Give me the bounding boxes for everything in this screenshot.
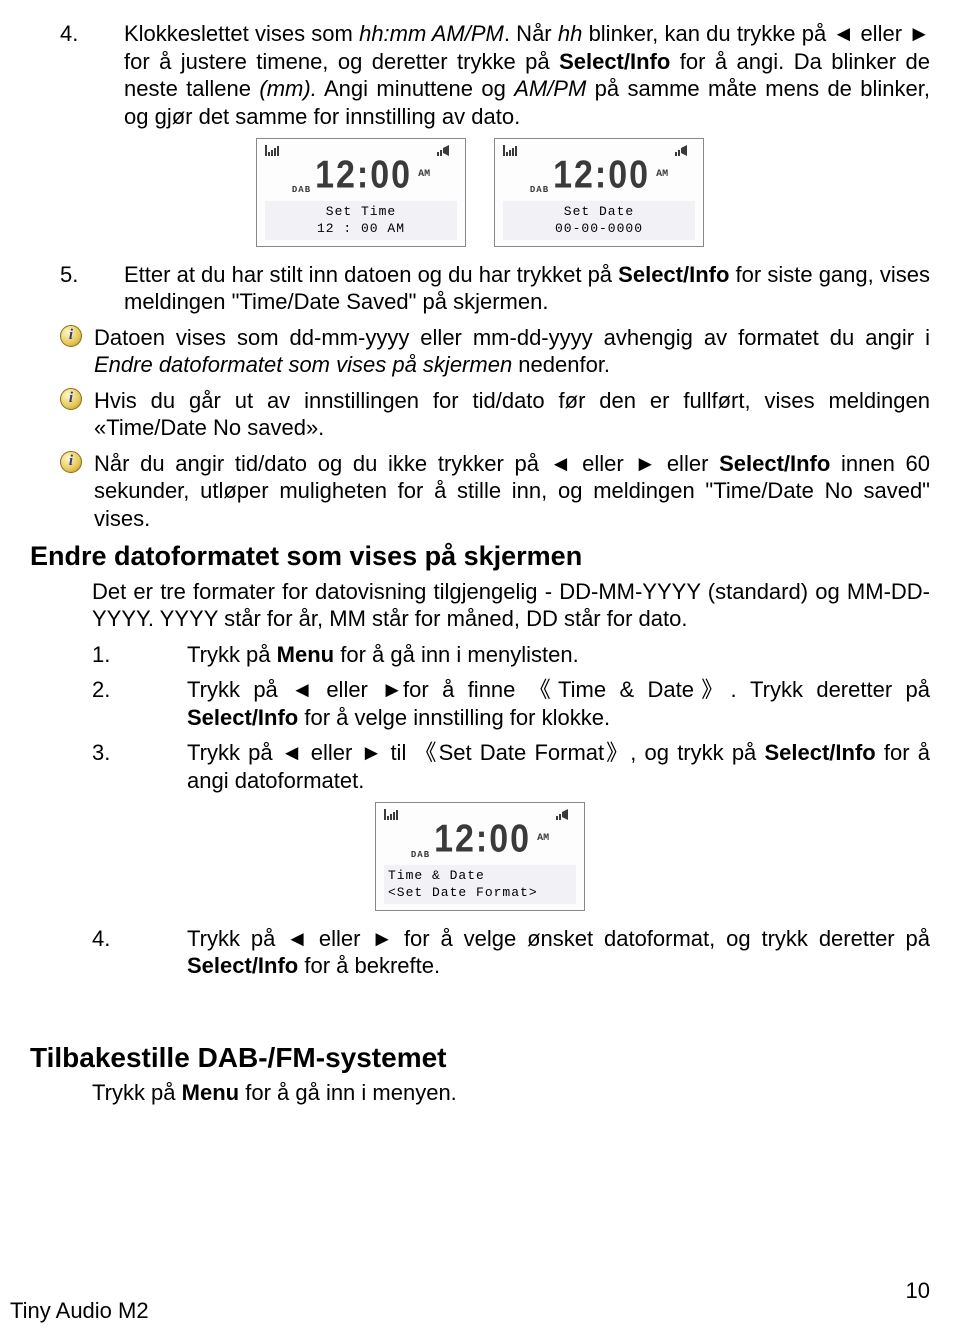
substep-2: 2. Trykk på ◄ eller ►for å finne 《Time &… xyxy=(30,676,930,731)
clock-digits: 12:00 xyxy=(434,815,531,864)
t: . Når xyxy=(504,21,558,46)
footer-product: Tiny Audio M2 xyxy=(10,1297,149,1325)
lcd-pair: DAB 12:00 AM Set Time 12 : 00 AM DAB 12:… xyxy=(30,138,930,247)
t: Select/Info xyxy=(719,451,830,476)
t: for å velge innstilling for klokke. xyxy=(298,705,610,730)
ampm-label: AM xyxy=(656,169,668,182)
speaker-icon xyxy=(675,145,695,156)
substep-3-body: Trykk på ◄ eller ► til 《Set Date Format》… xyxy=(187,739,930,794)
step-number: 4. xyxy=(30,925,187,953)
lcd-date-format: DAB 12:00 AM Time & Date <Set Date Forma… xyxy=(375,802,585,911)
step-number: 4. xyxy=(30,20,124,48)
substep-3: 3. Trykk på ◄ eller ► til 《Set Date Form… xyxy=(30,739,930,794)
info-2-body: Hvis du går ut av innstillingen for tid/… xyxy=(94,387,930,442)
speaker-icon xyxy=(437,145,457,156)
lcd-text: Set Date 00-00-0000 xyxy=(503,201,695,240)
lcd-set-time: DAB 12:00 AM Set Time 12 : 00 AM xyxy=(256,138,466,247)
lcd-line2: 00-00-0000 xyxy=(507,220,691,238)
lcd-line1: Set Time xyxy=(269,203,453,221)
t: Menu xyxy=(277,642,334,667)
info-note-1: i Datoen vises som dd-mm-yyyy eller mm-d… xyxy=(30,324,930,379)
info-icon: i xyxy=(60,451,82,473)
t: Select/Info xyxy=(187,953,298,978)
info-icon: i xyxy=(60,325,82,347)
substep-1-body: Trykk på Menu for å gå inn i menylisten. xyxy=(187,641,930,669)
t: Select/Info xyxy=(764,740,875,765)
t: Etter at du har stilt inn datoen og du h… xyxy=(124,262,618,287)
t: Klokkeslettet vises som xyxy=(124,21,359,46)
signal-icon xyxy=(384,809,404,820)
speaker-icon xyxy=(556,809,576,820)
lcd-text: Time & Date <Set Date Format> xyxy=(384,865,576,904)
dab-label: DAB xyxy=(292,185,311,196)
info-1-body: Datoen vises som dd-mm-yyyy eller mm-dd-… xyxy=(94,324,930,379)
step-number: 1. xyxy=(30,641,187,669)
dab-label: DAB xyxy=(530,185,549,196)
clock-digits: 12:00 xyxy=(553,151,650,200)
lcd-set-date: DAB 12:00 AM Set Date 00-00-0000 xyxy=(494,138,704,247)
formats-intro: Det er tre formater for datovisning tilg… xyxy=(92,578,930,633)
t: for å bekrefte. xyxy=(298,953,440,978)
ampm-label: AM xyxy=(537,833,549,846)
t: nedenfor. xyxy=(512,352,610,377)
t: Trykk på ◄ eller ►for å finne 《Time & Da… xyxy=(187,677,930,702)
t: for å gå inn i menylisten. xyxy=(334,642,579,667)
substep-1: 1. Trykk på Menu for å gå inn i menylist… xyxy=(30,641,930,669)
lcd-text: Set Time 12 : 00 AM xyxy=(265,201,457,240)
info-3-body: Når du angir tid/dato og du ikke trykker… xyxy=(94,450,930,533)
lcd-line2: <Set Date Format> xyxy=(388,884,572,902)
info-note-2: i Hvis du går ut av innstillingen for ti… xyxy=(30,387,930,442)
step-5: 5. Etter at du har stilt inn datoen og d… xyxy=(30,261,930,316)
t: Angi minuttene og xyxy=(317,76,514,101)
t: hh:mm AM/PM xyxy=(359,21,504,46)
heading-reset: Tilbakestille DAB-/FM-systemet xyxy=(30,1040,930,1075)
info-icon: i xyxy=(60,388,82,410)
t: Datoen vises som dd-mm-yyyy eller mm-dd-… xyxy=(94,325,930,350)
lcd-single: DAB 12:00 AM Time & Date <Set Date Forma… xyxy=(30,802,930,911)
step-5-body: Etter at du har stilt inn datoen og du h… xyxy=(124,261,930,316)
t: Select/Info xyxy=(187,705,298,730)
lcd-line2: 12 : 00 AM xyxy=(269,220,453,238)
clock-digits: 12:00 xyxy=(315,151,412,200)
step-number: 3. xyxy=(30,739,187,767)
reset-text: Trykk på Menu for å gå inn i menyen. xyxy=(92,1079,930,1107)
t: Menu xyxy=(182,1080,239,1105)
ampm-label: AM xyxy=(418,169,430,182)
t: Trykk på ◄ eller ► til 《Set Date Format》… xyxy=(187,740,764,765)
t: Endre datoformatet som vises på skjermen xyxy=(94,352,512,377)
t: for å gå inn i menyen. xyxy=(239,1080,457,1105)
t: Select/Info xyxy=(618,262,729,287)
t: Når du angir tid/dato og du ikke trykker… xyxy=(94,451,719,476)
dab-label: DAB xyxy=(411,850,430,861)
page-number: 10 xyxy=(906,1277,930,1305)
lcd-line1: Time & Date xyxy=(388,867,572,885)
t: Trykk på xyxy=(187,642,277,667)
t: (mm). xyxy=(259,76,316,101)
t: Trykk på xyxy=(92,1080,182,1105)
t: Select/Info xyxy=(559,49,670,74)
step-number: 2. xyxy=(30,676,187,704)
lcd-line1: Set Date xyxy=(507,203,691,221)
substep-4-body: Trykk på ◄ eller ► for å velge ønsket da… xyxy=(187,925,930,980)
info-note-3: i Når du angir tid/dato og du ikke trykk… xyxy=(30,450,930,533)
t: AM/PM xyxy=(514,76,586,101)
signal-icon xyxy=(503,145,523,156)
t: hh xyxy=(558,21,582,46)
signal-icon xyxy=(265,145,285,156)
t: Trykk på ◄ eller ► for å velge ønsket da… xyxy=(187,926,930,951)
step-4-body: Klokkeslettet vises som hh:mm AM/PM. Når… xyxy=(124,20,930,130)
substep-4: 4. Trykk på ◄ eller ► for å velge ønsket… xyxy=(30,925,930,980)
step-4: 4. Klokkeslettet vises som hh:mm AM/PM. … xyxy=(30,20,930,130)
substep-2-body: Trykk på ◄ eller ►for å finne 《Time & Da… xyxy=(187,676,930,731)
step-number: 5. xyxy=(30,261,124,289)
heading-date-format: Endre datoformatet som vises på skjermen xyxy=(30,540,930,574)
